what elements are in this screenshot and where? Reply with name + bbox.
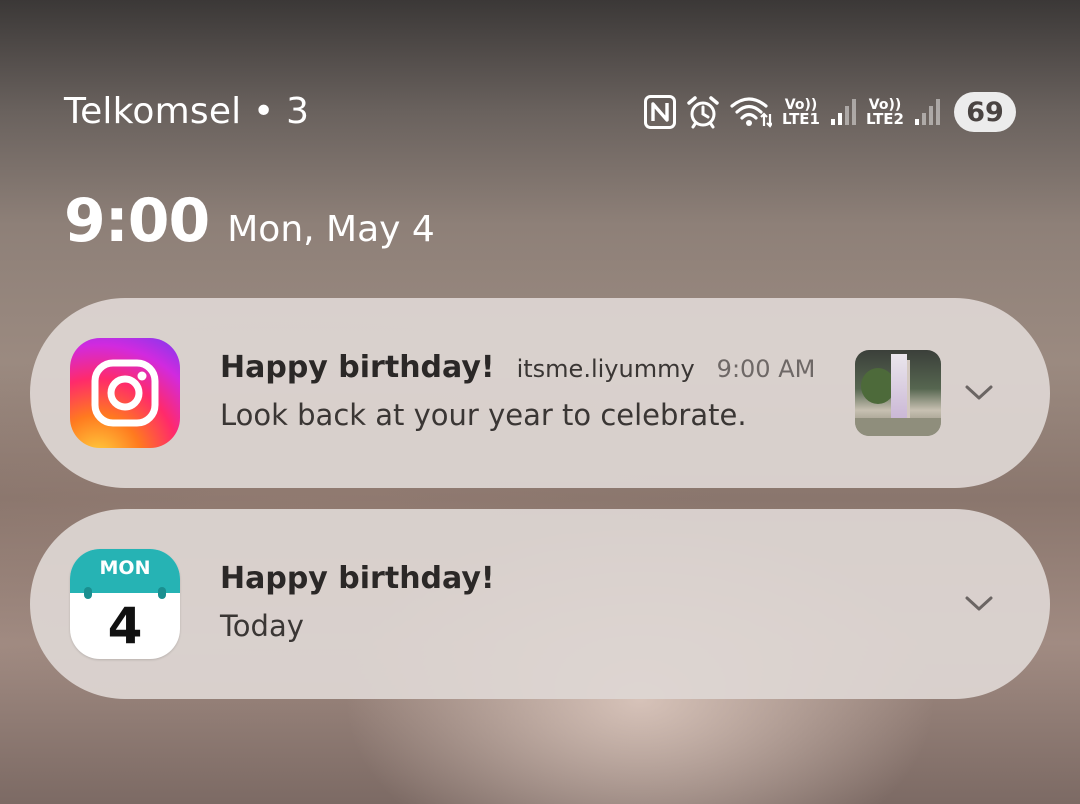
thumbnail-banner bbox=[891, 354, 907, 422]
calendar-ring-left bbox=[84, 587, 92, 599]
thumbnail-tree bbox=[861, 368, 895, 404]
alarm-icon bbox=[686, 95, 720, 129]
expand-chevron-down-icon[interactable] bbox=[962, 376, 996, 410]
battery-indicator: 69 bbox=[954, 92, 1016, 132]
notification-thumbnail bbox=[855, 350, 941, 436]
notification-time: 9:00 AM bbox=[716, 355, 816, 383]
notification-title: Happy birthday! bbox=[220, 561, 495, 596]
volte-sim2-bottom: LTE2 bbox=[866, 109, 904, 128]
notification-instagram[interactable]: Happy birthday! itsme.liyummy 9:00 AM Lo… bbox=[30, 298, 1050, 488]
carrier-label: Telkomsel • 3 bbox=[64, 91, 310, 132]
thumbnail-ground bbox=[855, 418, 941, 436]
signal-sim2-icon bbox=[914, 97, 940, 127]
status-bar: Telkomsel • 3 Vo)) LTE1 Vo)) LTE2 69 bbox=[64, 90, 1016, 134]
nfc-icon bbox=[644, 95, 676, 129]
clock-time: 9:00 bbox=[64, 186, 210, 256]
volte-sim2-label: Vo)) LTE2 bbox=[866, 98, 904, 127]
notification-header: Happy birthday! itsme.liyummy 9:00 AM bbox=[220, 350, 815, 385]
calendar-month-label: MON bbox=[99, 557, 151, 579]
instagram-icon bbox=[70, 338, 180, 448]
expand-chevron-down-icon[interactable] bbox=[962, 587, 996, 621]
volte-sim1-label: Vo)) LTE1 bbox=[782, 98, 820, 127]
notification-calendar[interactable]: MON 4 Happy birthday! Today bbox=[30, 509, 1050, 699]
notification-body: Today bbox=[220, 609, 304, 643]
wifi-icon bbox=[730, 96, 772, 128]
volte-sim1-bottom: LTE1 bbox=[782, 109, 820, 128]
notification-title: Happy birthday! bbox=[220, 350, 495, 385]
calendar-ring-right bbox=[158, 587, 166, 599]
calendar-day-label: 4 bbox=[107, 597, 143, 655]
calendar-icon: MON 4 bbox=[70, 549, 180, 659]
clock-date: Mon, May 4 bbox=[227, 209, 435, 250]
notification-username: itsme.liyummy bbox=[516, 355, 695, 383]
lockscreen-clock: 9:00 Mon, May 4 bbox=[64, 186, 435, 256]
notification-body: Look back at your year to celebrate. bbox=[220, 398, 747, 432]
notification-header: Happy birthday! bbox=[220, 561, 495, 596]
signal-sim1-icon bbox=[830, 97, 856, 127]
status-icons: Vo)) LTE1 Vo)) LTE2 69 bbox=[634, 90, 1016, 134]
